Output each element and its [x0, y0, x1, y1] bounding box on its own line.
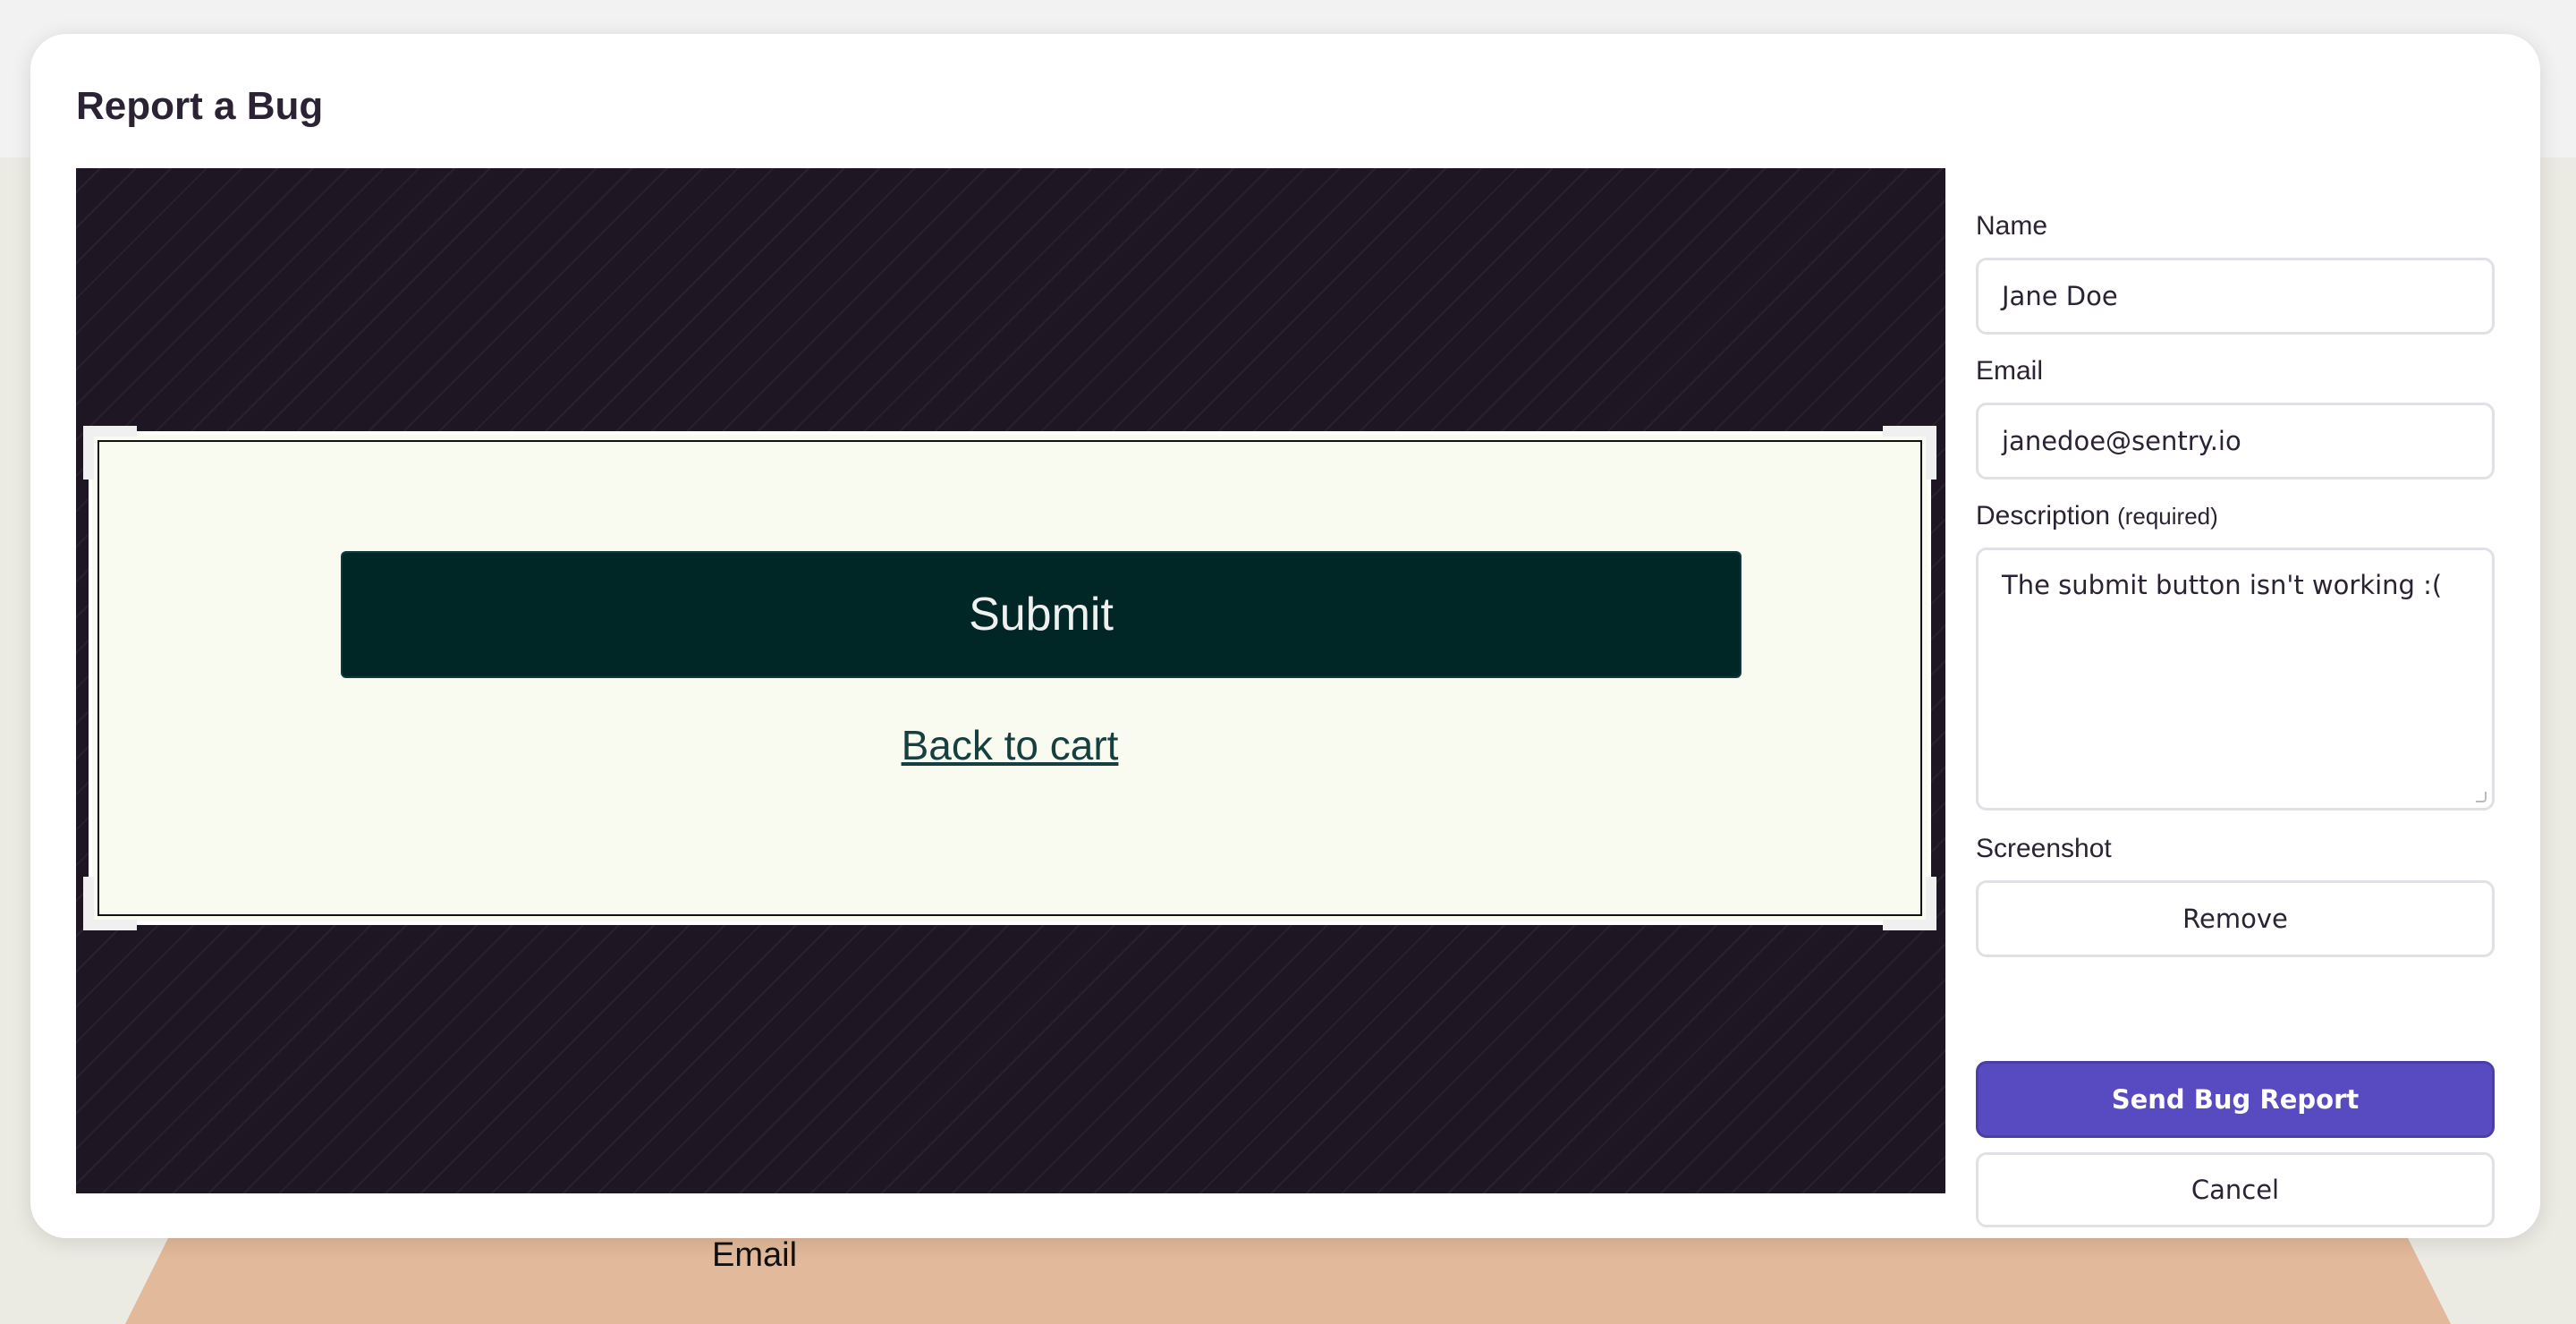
remove-screenshot-button[interactable]: Remove: [1976, 880, 2495, 957]
screenshot-image: Submit Back to cart: [97, 440, 1922, 916]
resize-grip-icon[interactable]: [2476, 792, 2487, 802]
description-value: The submit button isn't working :(: [2002, 570, 2443, 600]
screenshot-submit-button: Submit: [341, 551, 1741, 678]
crop-handle-bottom-left[interactable]: [83, 877, 137, 930]
description-label: Description (required): [1976, 501, 2218, 531]
send-bug-report-button[interactable]: Send Bug Report: [1976, 1061, 2495, 1138]
crop-handle-bottom-right[interactable]: [1883, 877, 1936, 930]
screenshot-label: Screenshot: [1976, 834, 2112, 863]
description-textarea[interactable]: The submit button isn't working :(: [1976, 547, 2495, 811]
cancel-button[interactable]: Cancel: [1976, 1152, 2495, 1227]
crop-handle-top-left[interactable]: [83, 426, 137, 480]
description-label-text: Description: [1976, 501, 2111, 530]
name-input[interactable]: Jane Doe: [1976, 258, 2495, 335]
required-indicator: (required): [2117, 503, 2218, 530]
dialog-title: Report a Bug: [76, 84, 324, 128]
name-label: Name: [1976, 211, 2048, 241]
bug-report-dialog: Report a Bug Submit Back to cart Name Ja…: [30, 34, 2540, 1238]
email-label: Email: [1976, 356, 2044, 386]
crop-handle-top-right[interactable]: [1883, 426, 1936, 480]
screenshot-editor[interactable]: Submit Back to cart: [76, 168, 1945, 1193]
crop-area[interactable]: Submit Back to cart: [83, 426, 1936, 930]
background-email-label: Email: [712, 1236, 798, 1274]
screenshot-back-link: Back to cart: [901, 722, 1119, 768]
email-input[interactable]: janedoe@sentry.io: [1976, 403, 2495, 480]
